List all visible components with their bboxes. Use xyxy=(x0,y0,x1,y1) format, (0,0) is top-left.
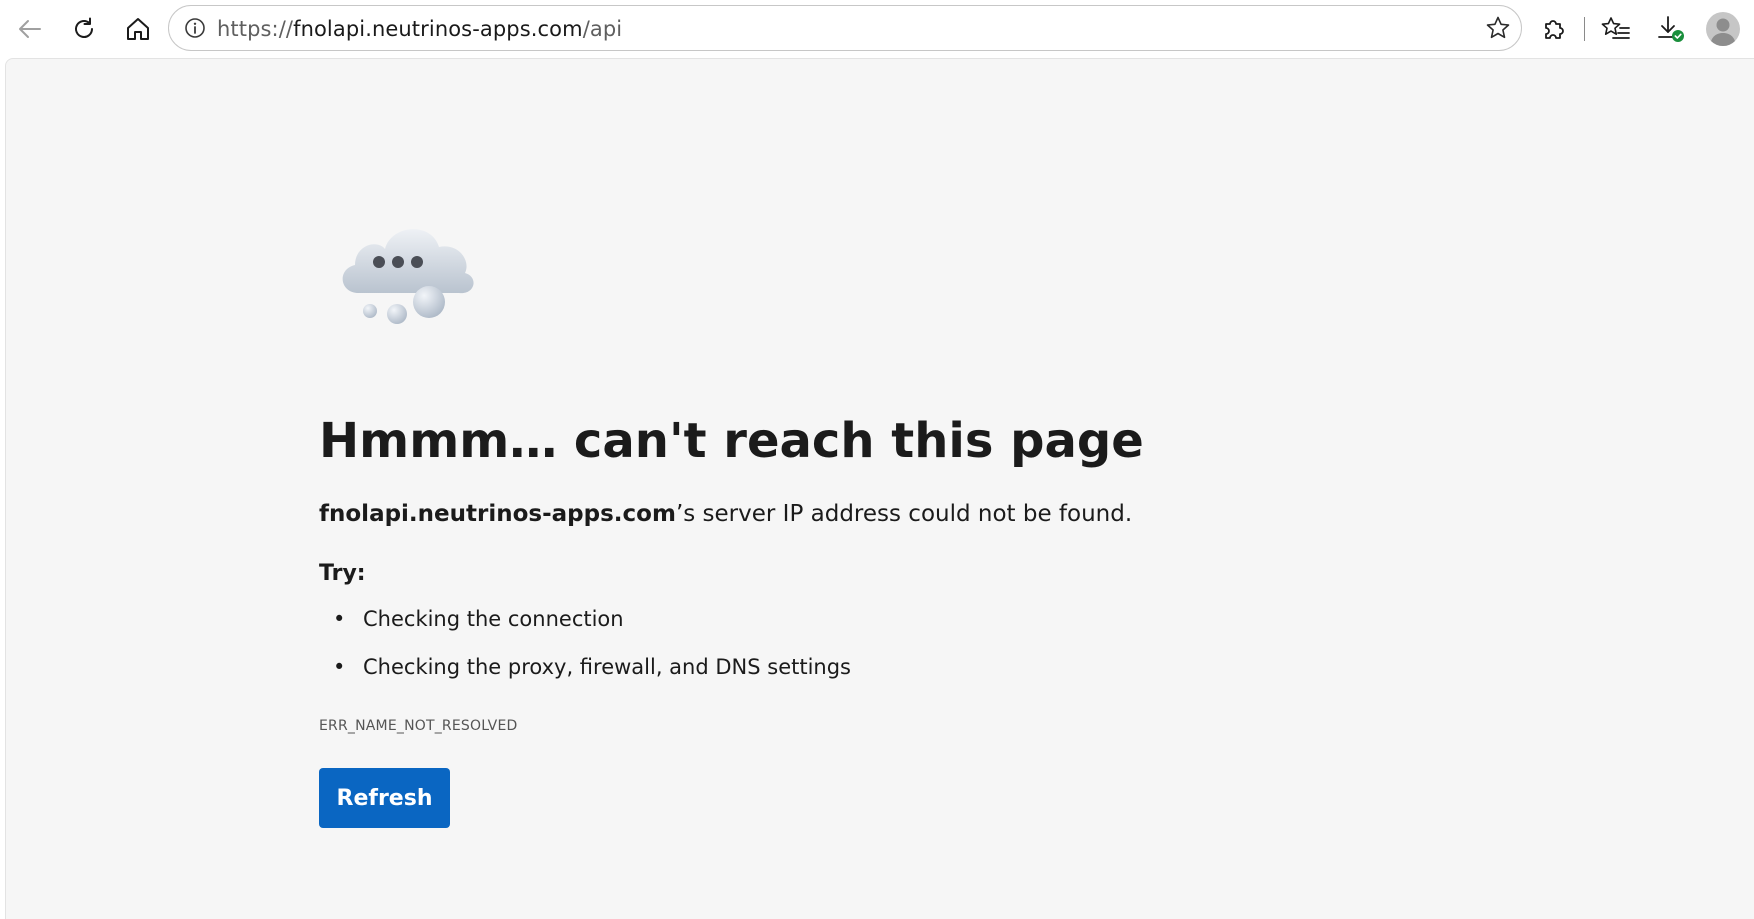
profile-avatar[interactable] xyxy=(1706,12,1740,46)
bullet-icon: • xyxy=(333,607,346,631)
url-scheme: https:// xyxy=(217,17,294,41)
home-button[interactable] xyxy=(116,8,160,50)
suggestion-item: • Checking the connection xyxy=(319,607,851,655)
favorites-button[interactable] xyxy=(1594,8,1638,50)
refresh-button[interactable]: Refresh xyxy=(319,768,450,828)
reload-button[interactable] xyxy=(62,8,106,50)
home-icon xyxy=(124,15,152,43)
error-message: fnolapi.neutrinos-apps.com’s server IP a… xyxy=(319,501,1132,527)
downloads-button[interactable] xyxy=(1648,8,1692,50)
error-code: ERR_NAME_NOT_RESOLVED xyxy=(319,718,518,734)
suggestion-text: Checking the connection xyxy=(363,607,624,631)
bullet-icon: • xyxy=(333,655,346,679)
favorites-list-icon xyxy=(1601,15,1631,43)
suggestion-text: Checking the proxy, firewall, and DNS se… xyxy=(363,655,851,679)
info-icon[interactable] xyxy=(183,16,207,40)
extensions-button[interactable] xyxy=(1532,8,1576,50)
suggestion-list: • Checking the connection • Checking the p… xyxy=(319,607,851,703)
reload-icon xyxy=(70,15,98,43)
suggestion-item: • Checking the proxy, firewall, and DNS s… xyxy=(319,655,851,703)
puzzle-icon xyxy=(1540,15,1568,43)
url-host: fnolapi.neutrinos-apps.com xyxy=(293,17,583,41)
back-arrow-icon xyxy=(16,15,44,43)
try-heading: Try: xyxy=(319,561,366,586)
error-message-suffix: ’s server IP address could not be found. xyxy=(675,501,1133,527)
toolbar-separator xyxy=(1584,17,1585,41)
cloud-thinking-icon xyxy=(329,213,497,341)
error-host: fnolapi.neutrinos-apps.com xyxy=(319,501,676,527)
address-bar[interactable]: https://fnolapi.neutrinos-apps.com/api xyxy=(168,5,1522,51)
url-path: /api xyxy=(582,17,623,41)
avatar-icon xyxy=(1706,18,1740,46)
download-icon xyxy=(1655,14,1685,44)
page-title: Hmmm… can't reach this page xyxy=(319,413,1144,469)
back-button[interactable] xyxy=(8,8,52,50)
star-icon[interactable] xyxy=(1483,13,1513,43)
url-text[interactable]: https://fnolapi.neutrinos-apps.com/api xyxy=(217,17,622,41)
error-page: Hmmm… can't reach this page fnolapi.neut… xyxy=(5,58,1754,919)
browser-toolbar: https://fnolapi.neutrinos-apps.com/api xyxy=(0,0,1754,58)
